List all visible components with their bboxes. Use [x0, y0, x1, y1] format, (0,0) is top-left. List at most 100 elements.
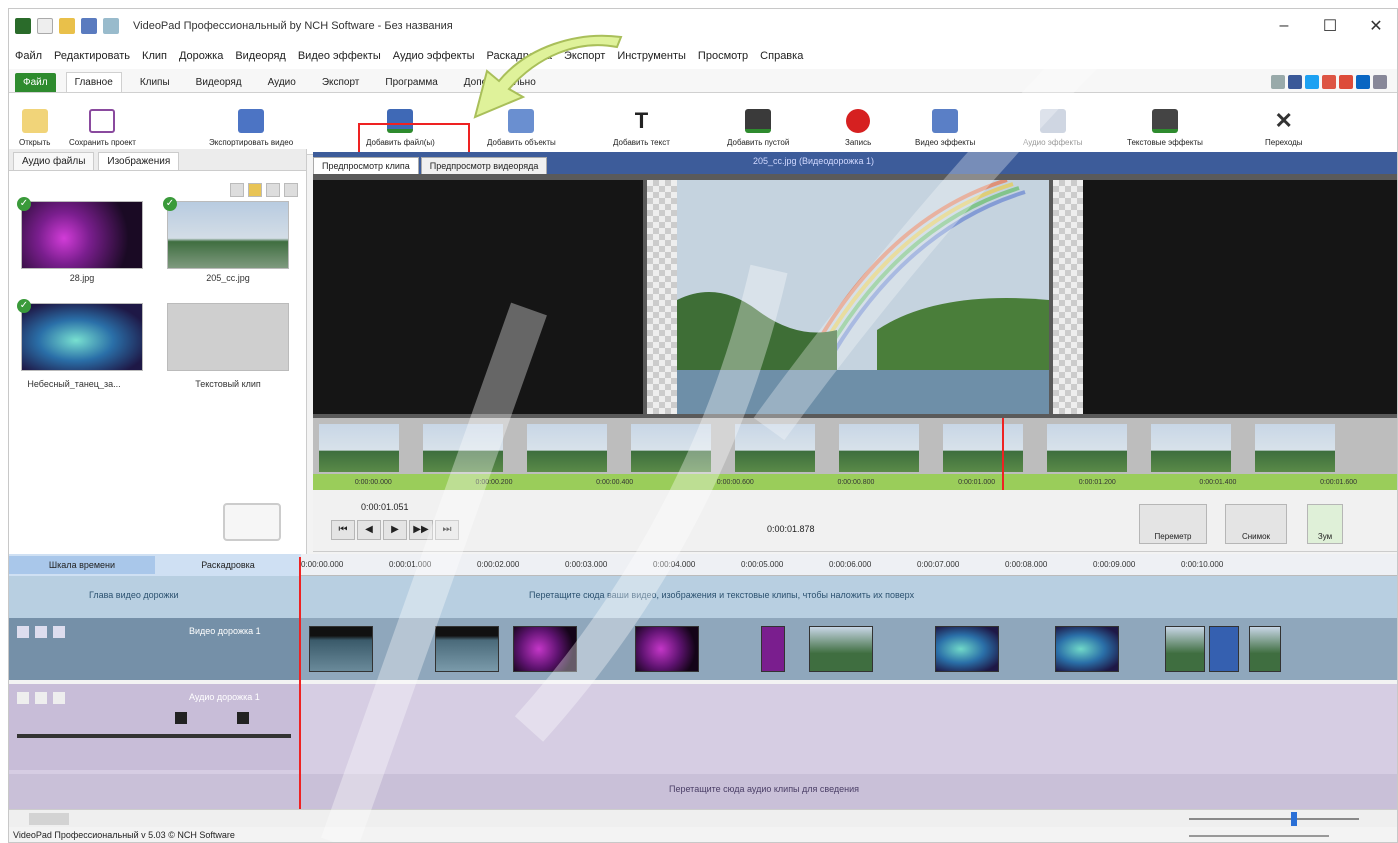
open-folder-icon[interactable]	[59, 18, 75, 34]
tab-audio-files[interactable]: Аудио файлы	[13, 152, 95, 170]
minimize-button[interactable]: –	[1261, 9, 1307, 43]
collapse-icon[interactable]	[17, 692, 29, 704]
audio-track[interactable]: Аудио дорожка 1 Перетащите сюда аудио кл…	[9, 684, 1397, 809]
social-icons	[1271, 75, 1387, 89]
scroll-thumb[interactable]	[29, 813, 69, 825]
lock-icon[interactable]	[53, 626, 65, 638]
play-button[interactable]: ▶	[383, 520, 407, 540]
open-button[interactable]: Открыть	[19, 97, 50, 151]
step-forward-button[interactable]: ▶▶	[409, 520, 433, 540]
volume-slider[interactable]	[17, 734, 291, 738]
timeline-clip[interactable]	[1055, 626, 1119, 672]
timeline-scrollbar[interactable]	[9, 809, 1397, 827]
menu-view[interactable]: Просмотр	[698, 50, 748, 62]
overlay-track-label: Глава видео дорожки	[89, 590, 179, 600]
tab-storyboard[interactable]: Раскадровка	[155, 556, 301, 574]
menu-help[interactable]: Справка	[760, 50, 803, 62]
tab-sequence-preview[interactable]: Предпросмотр видеоряда	[420, 157, 548, 174]
timeline-clip[interactable]	[435, 626, 499, 672]
step-back-button[interactable]: ◀	[357, 520, 381, 540]
save-project-button[interactable]: Сохранить проект	[69, 97, 136, 151]
preview-options-button[interactable]: Переметр	[1139, 504, 1207, 544]
like-icon[interactable]	[1271, 75, 1285, 89]
tab-export[interactable]: Экспорт	[314, 73, 368, 92]
timeline-clip[interactable]	[935, 626, 999, 672]
add-blank-button[interactable]: Добавить пустой	[727, 97, 789, 151]
timeline-clip[interactable]	[1249, 626, 1281, 672]
collapse-icon[interactable]	[17, 626, 29, 638]
tab-program[interactable]: Программа	[377, 73, 445, 92]
video-effects-button[interactable]: Видео эффекты	[915, 97, 975, 151]
tab-timeline[interactable]: Шкала времени	[9, 556, 155, 574]
bin-folder-icon[interactable]	[248, 183, 262, 197]
timeline-clip-selected[interactable]	[1209, 626, 1239, 672]
video-overlay-dropzone[interactable]: Глава видео дорожки Перетащите сюда ваши…	[9, 576, 1397, 618]
zoom-slider[interactable]	[1189, 818, 1359, 820]
tab-clips[interactable]: Клипы	[132, 73, 178, 92]
timeline-playhead[interactable]	[299, 557, 301, 809]
twitter-icon[interactable]	[1305, 75, 1319, 89]
tab-sequence[interactable]: Видеоряд	[188, 73, 250, 92]
menu-audio-effects[interactable]: Аудио эффекты	[393, 50, 475, 62]
view-thumbs-icon[interactable]	[230, 183, 244, 197]
save-icon[interactable]	[81, 18, 97, 34]
help-icon[interactable]	[1373, 75, 1387, 89]
zoom-button[interactable]: Зум	[1307, 504, 1343, 544]
skip-start-button[interactable]: ⏮	[331, 520, 355, 540]
audio-effects-button[interactable]: Аудио эффекты	[1023, 97, 1083, 151]
volume-handle[interactable]	[175, 712, 187, 724]
timeline-ruler[interactable]: 0:00:00.000 0:00:01.000 0:00:02.000 0:00…	[301, 554, 1397, 576]
menu-track[interactable]: Дорожка	[179, 50, 223, 62]
timeline-clip[interactable]	[761, 626, 785, 672]
audio-dropzone[interactable]: Перетащите сюда аудио клипы для сведения	[9, 774, 1397, 809]
bin-item-thumbnail[interactable]	[167, 201, 289, 269]
menu-clip[interactable]: Клип	[142, 50, 167, 62]
menu-video-effects[interactable]: Видео эффекты	[298, 50, 381, 62]
tab-images[interactable]: Изображения	[98, 152, 180, 170]
bin-settings-icon[interactable]	[284, 183, 298, 197]
tab-clip-preview[interactable]: Предпросмотр клипа	[313, 157, 419, 174]
export-video-button[interactable]: Экспортировать видео	[209, 97, 293, 151]
timeline-clip[interactable]	[635, 626, 699, 672]
tab-home[interactable]: Главное	[65, 72, 122, 92]
menu-file[interactable]: Файл	[15, 50, 42, 62]
bin-item-thumbnail[interactable]	[21, 303, 143, 371]
menu-sequence[interactable]: Видеоряд	[235, 50, 286, 62]
timeline-clip[interactable]	[809, 626, 873, 672]
menu-edit[interactable]: Редактировать	[54, 50, 130, 62]
google-icon[interactable]	[1339, 75, 1353, 89]
volume-slider[interactable]	[1189, 835, 1329, 837]
timeline-clip[interactable]	[1165, 626, 1205, 672]
youtube-icon[interactable]	[1322, 75, 1336, 89]
new-file-icon[interactable]	[37, 18, 53, 34]
clip-playhead[interactable]	[1002, 418, 1004, 490]
snapshot-button[interactable]: Снимок	[1225, 504, 1287, 544]
facebook-icon[interactable]	[1288, 75, 1302, 89]
tab-audio[interactable]: Аудио	[260, 73, 304, 92]
video-track[interactable]: Видео дорожка 1	[9, 618, 1397, 680]
linkedin-icon[interactable]	[1356, 75, 1370, 89]
clip-filmstrip[interactable]: 0:00:00.000 0:00:00.200 0:00:00.400 0:00…	[313, 418, 1397, 490]
lock-icon[interactable]	[53, 692, 65, 704]
tab-file[interactable]: Файл	[15, 73, 56, 92]
menu-tools[interactable]: Инструменты	[617, 50, 686, 62]
bin-item-thumbnail[interactable]	[167, 303, 289, 371]
text-effects-button[interactable]: Текстовые эффекты	[1127, 97, 1203, 151]
visibility-icon[interactable]	[35, 626, 47, 638]
skip-end-button[interactable]: ⏭	[435, 520, 459, 540]
timeline-clip[interactable]	[309, 626, 373, 672]
pan-handle[interactable]	[237, 712, 249, 724]
speaker-icon[interactable]	[35, 692, 47, 704]
close-button[interactable]: ✕	[1353, 9, 1397, 43]
bin-item-thumbnail[interactable]	[21, 201, 143, 269]
view-list-icon[interactable]	[266, 183, 280, 197]
add-media-placeholder-icon[interactable]	[223, 503, 281, 541]
timeline-clip[interactable]	[513, 626, 577, 672]
zoom-slider-handle[interactable]	[1291, 812, 1297, 826]
audio-hint-text: Перетащите сюда аудио клипы для сведения	[669, 784, 860, 794]
undo-icon[interactable]	[103, 18, 119, 34]
record-button[interactable]: Запись	[845, 97, 871, 151]
transitions-button[interactable]: ✕ Переходы	[1265, 97, 1303, 151]
bin-item-label: Небесный_танец_за...	[27, 379, 121, 389]
maximize-button[interactable]: ☐	[1307, 9, 1353, 43]
